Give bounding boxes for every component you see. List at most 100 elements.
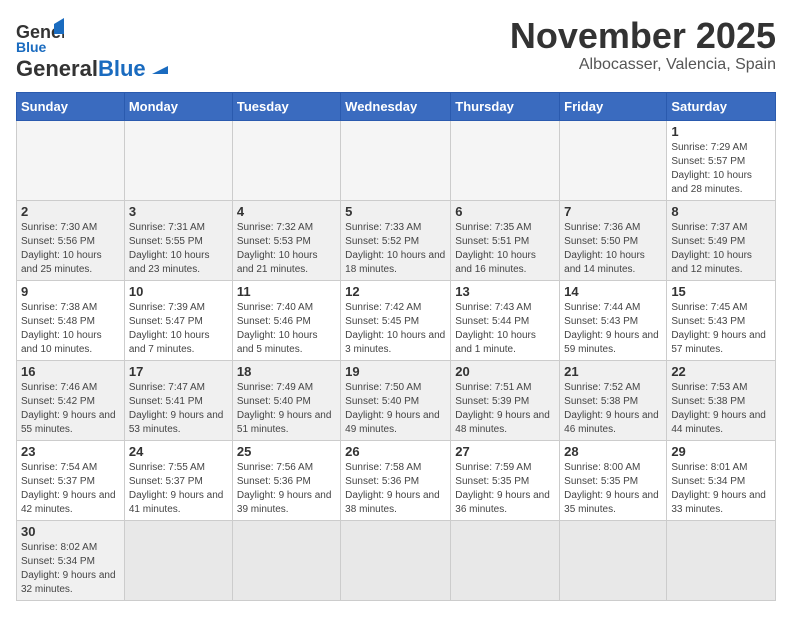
weekday-monday: Monday [124, 93, 232, 121]
location-title: Albocasser, Valencia, Spain [510, 56, 776, 74]
day-info: Sunrise: 8:00 AM Sunset: 5:35 PM Dayligh… [564, 461, 662, 517]
day-cell [232, 521, 340, 601]
weekday-friday: Friday [560, 93, 667, 121]
day-info: Sunrise: 7:36 AM Sunset: 5:50 PM Dayligh… [564, 221, 662, 277]
day-info: Sunrise: 8:01 AM Sunset: 5:34 PM Dayligh… [671, 461, 771, 517]
day-number: 19 [345, 364, 446, 379]
day-cell [341, 121, 451, 201]
day-number: 8 [671, 204, 771, 219]
logo-general: General [16, 56, 98, 82]
day-number: 7 [564, 204, 662, 219]
day-number: 25 [237, 444, 336, 459]
day-cell [17, 121, 125, 201]
header: General Blue General Blue November 2025 … [16, 16, 776, 82]
weekday-wednesday: Wednesday [341, 93, 451, 121]
day-info: Sunrise: 7:39 AM Sunset: 5:47 PM Dayligh… [129, 301, 228, 357]
day-number: 20 [455, 364, 555, 379]
day-info: Sunrise: 8:02 AM Sunset: 5:34 PM Dayligh… [21, 541, 120, 597]
day-info: Sunrise: 7:45 AM Sunset: 5:43 PM Dayligh… [671, 301, 771, 357]
day-cell: 4Sunrise: 7:32 AM Sunset: 5:53 PM Daylig… [232, 201, 340, 281]
month-title: November 2025 [510, 16, 776, 56]
day-number: 12 [345, 284, 446, 299]
day-info: Sunrise: 7:51 AM Sunset: 5:39 PM Dayligh… [455, 381, 555, 437]
logo-blue: Blue [98, 56, 146, 82]
day-cell [124, 521, 232, 601]
day-cell: 8 Sunrise: 7:37 AM Sunset: 5:49 PM Daylig… [667, 201, 776, 281]
day-cell: 2Sunrise: 7:30 AM Sunset: 5:56 PM Daylig… [17, 201, 125, 281]
day-cell: 21Sunrise: 7:52 AM Sunset: 5:38 PM Dayli… [560, 361, 667, 441]
logo: General Blue General Blue [16, 16, 170, 82]
day-number: 18 [237, 364, 336, 379]
day-cell: 24 Sunrise: 7:55 AM Sunset: 5:37 PM Dayli… [124, 441, 232, 521]
weekday-tuesday: Tuesday [232, 93, 340, 121]
day-number: 9 [21, 284, 120, 299]
day-info: Sunrise: 7:31 AM Sunset: 5:55 PM Dayligh… [129, 221, 228, 277]
day-cell: 15Sunrise: 7:45 AM Sunset: 5:43 PM Dayli… [667, 281, 776, 361]
day-cell: 30 Sunrise: 8:02 AM Sunset: 5:34 PM Dayli… [17, 521, 125, 601]
weekday-thursday: Thursday [451, 93, 560, 121]
day-cell [341, 521, 451, 601]
day-info: Sunrise: 7:49 AM Sunset: 5:40 PM Dayligh… [237, 381, 336, 437]
day-cell [667, 521, 776, 601]
day-number: 1 [671, 124, 771, 139]
day-info: Sunrise: 7:52 AM Sunset: 5:38 PM Dayligh… [564, 381, 662, 437]
day-info: Sunrise: 7:42 AM Sunset: 5:45 PM Dayligh… [345, 301, 446, 357]
day-cell: 18 Sunrise: 7:49 AM Sunset: 5:40 PM Dayli… [232, 361, 340, 441]
title-area: November 2025 Albocasser, Valencia, Spai… [510, 16, 776, 74]
day-info: Sunrise: 7:59 AM Sunset: 5:35 PM Dayligh… [455, 461, 555, 517]
weekday-sunday: Sunday [17, 93, 125, 121]
day-cell: 7 Sunrise: 7:36 AM Sunset: 5:50 PM Daylig… [560, 201, 667, 281]
week-row-0: 1 Sunrise: 7:29 AM Sunset: 5:57 PM Daylig… [17, 121, 776, 201]
day-cell: 11Sunrise: 7:40 AM Sunset: 5:46 PM Dayli… [232, 281, 340, 361]
weekday-saturday: Saturday [667, 93, 776, 121]
day-number: 22 [671, 364, 771, 379]
day-cell: 17Sunrise: 7:47 AM Sunset: 5:41 PM Dayli… [124, 361, 232, 441]
day-number: 30 [21, 524, 120, 539]
day-cell: 22 Sunrise: 7:53 AM Sunset: 5:38 PM Dayli… [667, 361, 776, 441]
day-info: Sunrise: 7:55 AM Sunset: 5:37 PM Dayligh… [129, 461, 228, 517]
day-number: 17 [129, 364, 228, 379]
day-info: Sunrise: 7:30 AM Sunset: 5:56 PM Dayligh… [21, 221, 120, 277]
day-info: Sunrise: 7:37 AM Sunset: 5:49 PM Dayligh… [671, 221, 771, 277]
day-cell: 10 Sunrise: 7:39 AM Sunset: 5:47 PM Dayli… [124, 281, 232, 361]
day-number: 26 [345, 444, 446, 459]
day-info: Sunrise: 7:46 AM Sunset: 5:42 PM Dayligh… [21, 381, 120, 437]
day-cell: 29 Sunrise: 8:01 AM Sunset: 5:34 PM Dayli… [667, 441, 776, 521]
day-number: 6 [455, 204, 555, 219]
day-cell: 16Sunrise: 7:46 AM Sunset: 5:42 PM Dayli… [17, 361, 125, 441]
weekday-header-row: SundayMondayTuesdayWednesdayThursdayFrid… [17, 93, 776, 121]
day-cell [124, 121, 232, 201]
day-cell: 3 Sunrise: 7:31 AM Sunset: 5:55 PM Daylig… [124, 201, 232, 281]
day-cell: 25Sunrise: 7:56 AM Sunset: 5:36 PM Dayli… [232, 441, 340, 521]
day-cell: 20 Sunrise: 7:51 AM Sunset: 5:39 PM Dayli… [451, 361, 560, 441]
day-info: Sunrise: 7:50 AM Sunset: 5:40 PM Dayligh… [345, 381, 446, 437]
day-cell: 13Sunrise: 7:43 AM Sunset: 5:44 PM Dayli… [451, 281, 560, 361]
day-info: Sunrise: 7:53 AM Sunset: 5:38 PM Dayligh… [671, 381, 771, 437]
day-info: Sunrise: 7:38 AM Sunset: 5:48 PM Dayligh… [21, 301, 120, 357]
day-cell [560, 521, 667, 601]
day-cell: 19 Sunrise: 7:50 AM Sunset: 5:40 PM Dayli… [341, 361, 451, 441]
day-info: Sunrise: 7:43 AM Sunset: 5:44 PM Dayligh… [455, 301, 555, 357]
day-number: 14 [564, 284, 662, 299]
day-info: Sunrise: 7:44 AM Sunset: 5:43 PM Dayligh… [564, 301, 662, 357]
day-number: 10 [129, 284, 228, 299]
day-number: 5 [345, 204, 446, 219]
day-cell: 12 Sunrise: 7:42 AM Sunset: 5:45 PM Dayli… [341, 281, 451, 361]
day-cell: 5Sunrise: 7:33 AM Sunset: 5:52 PM Daylig… [341, 201, 451, 281]
day-cell: 23Sunrise: 7:54 AM Sunset: 5:37 PM Dayli… [17, 441, 125, 521]
day-number: 27 [455, 444, 555, 459]
day-cell [560, 121, 667, 201]
day-number: 3 [129, 204, 228, 219]
day-info: Sunrise: 7:29 AM Sunset: 5:57 PM Dayligh… [671, 141, 771, 197]
day-cell [451, 121, 560, 201]
logo-triangle [150, 56, 170, 76]
logo-icon: General Blue [16, 16, 64, 56]
day-number: 29 [671, 444, 771, 459]
day-cell: 6Sunrise: 7:35 AM Sunset: 5:51 PM Daylig… [451, 201, 560, 281]
day-info: Sunrise: 7:40 AM Sunset: 5:46 PM Dayligh… [237, 301, 336, 357]
day-number: 24 [129, 444, 228, 459]
calendar-table: SundayMondayTuesdayWednesdayThursdayFrid… [16, 92, 776, 601]
day-cell: 26Sunrise: 7:58 AM Sunset: 5:36 PM Dayli… [341, 441, 451, 521]
day-cell: 9 Sunrise: 7:38 AM Sunset: 5:48 PM Daylig… [17, 281, 125, 361]
day-info: Sunrise: 7:54 AM Sunset: 5:37 PM Dayligh… [21, 461, 120, 517]
